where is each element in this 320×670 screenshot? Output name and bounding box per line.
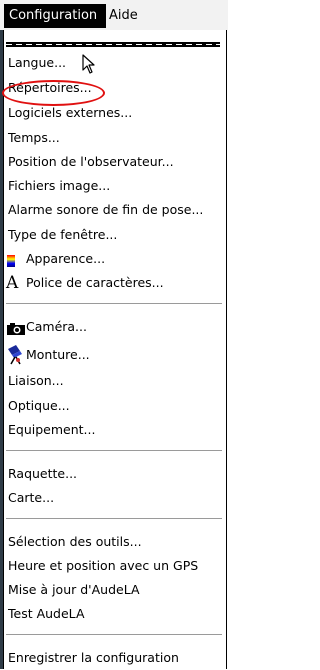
camera-icon	[6, 320, 25, 335]
menu-item-label: Liaison...	[8, 373, 64, 388]
menu-item-raquette[interactable]: Raquette...	[4, 462, 224, 486]
menu-item-label: Police de caractères...	[26, 275, 164, 290]
separator	[6, 518, 222, 520]
menu-item-label: Fichiers image...	[8, 178, 111, 193]
menu-item-alarme-sonore[interactable]: Alarme sonore de fin de pose...	[4, 198, 224, 222]
menu-item-apparence[interactable]: Apparence...	[4, 247, 224, 271]
font-icon: A	[6, 273, 19, 293]
menu-item-test-audela[interactable]: Test AudeLA	[4, 602, 224, 626]
menu-item-heure-position-gps[interactable]: Heure et position avec un GPS	[4, 554, 224, 578]
menu-item-label: Sélection des outils...	[8, 534, 142, 549]
menu-item-enregistrer-configuration[interactable]: Enregistrer la configuration	[4, 646, 224, 670]
menu-item-label: Langue...	[8, 55, 67, 70]
menu-item-label: Heure et position avec un GPS	[8, 558, 199, 573]
menu-item-camera[interactable]: Caméra...	[4, 315, 224, 339]
menu-item-monture[interactable]: Monture...	[4, 343, 224, 367]
menu-item-temps[interactable]: Temps...	[4, 126, 224, 150]
menu-item-label: Type de fenêtre...	[8, 227, 118, 242]
menu-aide[interactable]: Aide	[104, 4, 143, 28]
telescope-mount-icon	[6, 345, 22, 365]
menu-item-liaison[interactable]: Liaison...	[4, 369, 224, 393]
menu-item-position-observateur[interactable]: Position de l'observateur...	[4, 150, 224, 174]
menu-item-label: Mise à jour d'AudeLA	[8, 582, 140, 597]
menu-item-label: Test AudeLA	[8, 606, 85, 621]
menu-item-label: Raquette...	[8, 466, 78, 481]
menu-item-optique[interactable]: Optique...	[4, 394, 224, 418]
menu-item-langue[interactable]: Langue...	[4, 51, 224, 75]
menu-item-carte[interactable]: Carte...	[4, 486, 224, 510]
menu-item-police-caracteres[interactable]: A Police de caractères...	[4, 271, 224, 295]
menu-item-label: Apparence...	[26, 251, 106, 266]
menu-item-label: Carte...	[8, 490, 55, 505]
menu-item-selection-outils[interactable]: Sélection des outils...	[4, 530, 224, 554]
menu-item-label: Position de l'observateur...	[8, 154, 174, 169]
annotation-red-ellipse	[2, 80, 105, 106]
separator	[6, 303, 222, 305]
menu-item-type-fenetre[interactable]: Type de fenêtre...	[4, 223, 224, 247]
color-palette-icon	[6, 252, 22, 267]
menu-item-fichiers-image[interactable]: Fichiers image...	[4, 174, 224, 198]
separator	[6, 450, 222, 452]
menu-item-label: Monture...	[26, 347, 90, 362]
menu-item-mise-a-jour-audela[interactable]: Mise à jour d'AudeLA	[4, 578, 224, 602]
menu-item-equipement[interactable]: Equipement...	[4, 418, 224, 442]
menu-item-label: Enregistrer la configuration	[8, 650, 179, 665]
menu-item-label: Temps...	[8, 130, 60, 145]
menu-item-label: Equipement...	[8, 422, 96, 437]
menu-configuration[interactable]: Configuration	[4, 4, 106, 28]
menu-item-label: Optique...	[8, 398, 70, 413]
separator	[6, 634, 222, 636]
menu-bar: Configuration Aide	[0, 0, 228, 30]
menu-item-label: Caméra...	[26, 319, 87, 334]
configuration-dropdown: Langue... Répertoires... Logiciels exter…	[2, 30, 227, 670]
mouse-pointer-icon	[82, 54, 95, 74]
tearoff-handle[interactable]	[6, 42, 220, 47]
menu-item-label: Alarme sonore de fin de pose...	[8, 202, 204, 217]
